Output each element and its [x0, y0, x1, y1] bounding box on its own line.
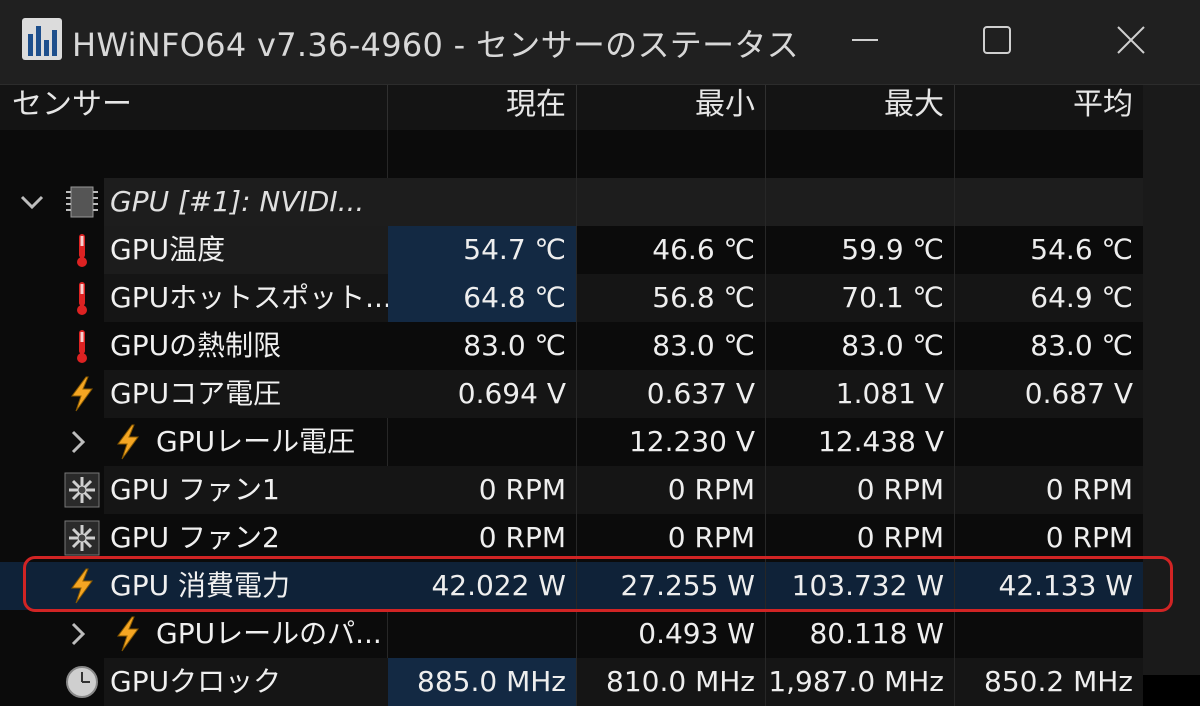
lightning-icon	[117, 616, 139, 652]
maximize-icon	[983, 26, 1011, 54]
thermometer-icon	[77, 330, 87, 363]
close-button[interactable]	[1096, 14, 1166, 66]
sensor-label: GPUの熱制限	[110, 329, 282, 362]
thermometer-icon	[77, 234, 87, 267]
value-min: 56.8 ℃	[577, 274, 766, 322]
value-min: 0.637 V	[577, 370, 766, 418]
fan-icon	[64, 520, 100, 556]
lightning-icon	[71, 376, 93, 412]
column-header-max[interactable]: 最大	[766, 85, 955, 130]
value-min: 0 RPM	[577, 466, 766, 514]
column-header-sensor[interactable]: センサー	[0, 85, 388, 130]
lightning-icon	[117, 424, 139, 460]
value-current: 885.0 MHz	[388, 658, 577, 706]
table-row[interactable]: GPUの熱制限 83.0 ℃ 83.0 ℃ 83.0 ℃ 83.0 ℃	[0, 322, 1143, 370]
value-avg: 0.687 V	[955, 370, 1143, 418]
value-avg: 83.0 ℃	[955, 322, 1143, 370]
value-max: 0 RPM	[766, 514, 955, 562]
value-max: 12.438 V	[766, 418, 955, 466]
column-header-current[interactable]: 現在	[388, 85, 577, 130]
thermometer-icon	[77, 282, 87, 315]
value-min: 83.0 ℃	[577, 322, 766, 370]
value-avg: 850.2 MHz	[955, 658, 1143, 706]
table-row[interactable]: GPU温度 54.7 ℃ 46.6 ℃ 59.9 ℃ 54.6 ℃	[0, 226, 1143, 274]
sensor-label: GPUコア電圧	[110, 377, 282, 410]
value-avg	[955, 610, 1143, 658]
sensor-label: GPU ファン1	[110, 473, 280, 506]
app-logo-icon	[22, 18, 62, 60]
value-current: 0.694 V	[388, 370, 577, 418]
column-header-min[interactable]: 最小	[577, 85, 766, 130]
sensor-label: GPUレールのパ...	[156, 617, 382, 650]
table-row[interactable]: GPU ファン1 0 RPM 0 RPM 0 RPM 0 RPM	[0, 466, 1143, 514]
value-max: 80.118 W	[766, 610, 955, 658]
title-bar: HWiNFO64 v7.36-4960 - センサーのステータス	[0, 0, 1200, 85]
table-row[interactable]: GPUクロック 885.0 MHz 810.0 MHz 1,987.0 MHz …	[0, 658, 1143, 706]
sensor-label: GPUホットスポット...	[110, 281, 392, 314]
value-current	[388, 610, 577, 658]
value-current: 64.8 ℃	[388, 274, 577, 322]
value-max: 83.0 ℃	[766, 322, 955, 370]
chevron-right-icon[interactable]	[64, 620, 92, 648]
value-current	[388, 418, 577, 466]
table-row[interactable]: GPUレールのパ... 0.493 W 80.118 W	[0, 610, 1143, 658]
sensor-label: GPU温度	[110, 233, 226, 266]
value-avg: 54.6 ℃	[955, 226, 1143, 274]
highlight-annotation-box	[23, 556, 1173, 612]
table-row[interactable]: GPU ファン2 0 RPM 0 RPM 0 RPM 0 RPM	[0, 514, 1143, 562]
group-row-gpu[interactable]: GPU [#1]: NVIDI...	[0, 178, 1143, 226]
table-row[interactable]: GPUホットスポット... 64.8 ℃ 56.8 ℃ 70.1 ℃ 64.9 …	[0, 274, 1143, 322]
window-title: HWiNFO64 v7.36-4960 - センサーのステータス	[72, 26, 799, 64]
spacer-row	[0, 130, 1143, 178]
sensor-label: GPU ファン2	[110, 521, 280, 554]
value-current: 83.0 ℃	[388, 322, 577, 370]
value-min: 0 RPM	[577, 514, 766, 562]
table-row[interactable]: GPUレール電圧 12.230 V 12.438 V	[0, 418, 1143, 466]
minimize-button[interactable]	[830, 14, 900, 66]
value-max: 1,987.0 MHz	[766, 658, 955, 706]
chevron-right-icon[interactable]	[64, 428, 92, 456]
value-current: 0 RPM	[388, 466, 577, 514]
table-row[interactable]: GPUコア電圧 0.694 V 0.637 V 1.081 V 0.687 V	[0, 370, 1143, 418]
value-min: 12.230 V	[577, 418, 766, 466]
maximize-button[interactable]	[962, 14, 1032, 66]
value-min: 46.6 ℃	[577, 226, 766, 274]
fan-icon	[64, 472, 100, 508]
value-avg: 64.9 ℃	[955, 274, 1143, 322]
chip-icon	[66, 186, 98, 218]
sensor-label: GPUクロック	[110, 665, 282, 698]
group-label: GPU [#1]: NVIDI...	[110, 185, 365, 218]
value-max: 70.1 ℃	[766, 274, 955, 322]
value-max: 59.9 ℃	[766, 226, 955, 274]
value-current: 0 RPM	[388, 514, 577, 562]
table-header: センサー 現在 最小 最大 平均	[0, 85, 1143, 131]
chevron-down-icon[interactable]	[18, 188, 46, 216]
value-max: 1.081 V	[766, 370, 955, 418]
value-min: 810.0 MHz	[577, 658, 766, 706]
value-avg: 0 RPM	[955, 466, 1143, 514]
value-current: 54.7 ℃	[388, 226, 577, 274]
close-icon	[1117, 26, 1145, 54]
value-avg	[955, 418, 1143, 466]
column-header-avg[interactable]: 平均	[955, 85, 1143, 130]
minimize-icon	[852, 39, 878, 41]
sensor-label: GPUレール電圧	[156, 425, 356, 458]
value-max: 0 RPM	[766, 466, 955, 514]
value-min: 0.493 W	[577, 610, 766, 658]
clock-icon	[66, 666, 98, 698]
value-avg: 0 RPM	[955, 514, 1143, 562]
